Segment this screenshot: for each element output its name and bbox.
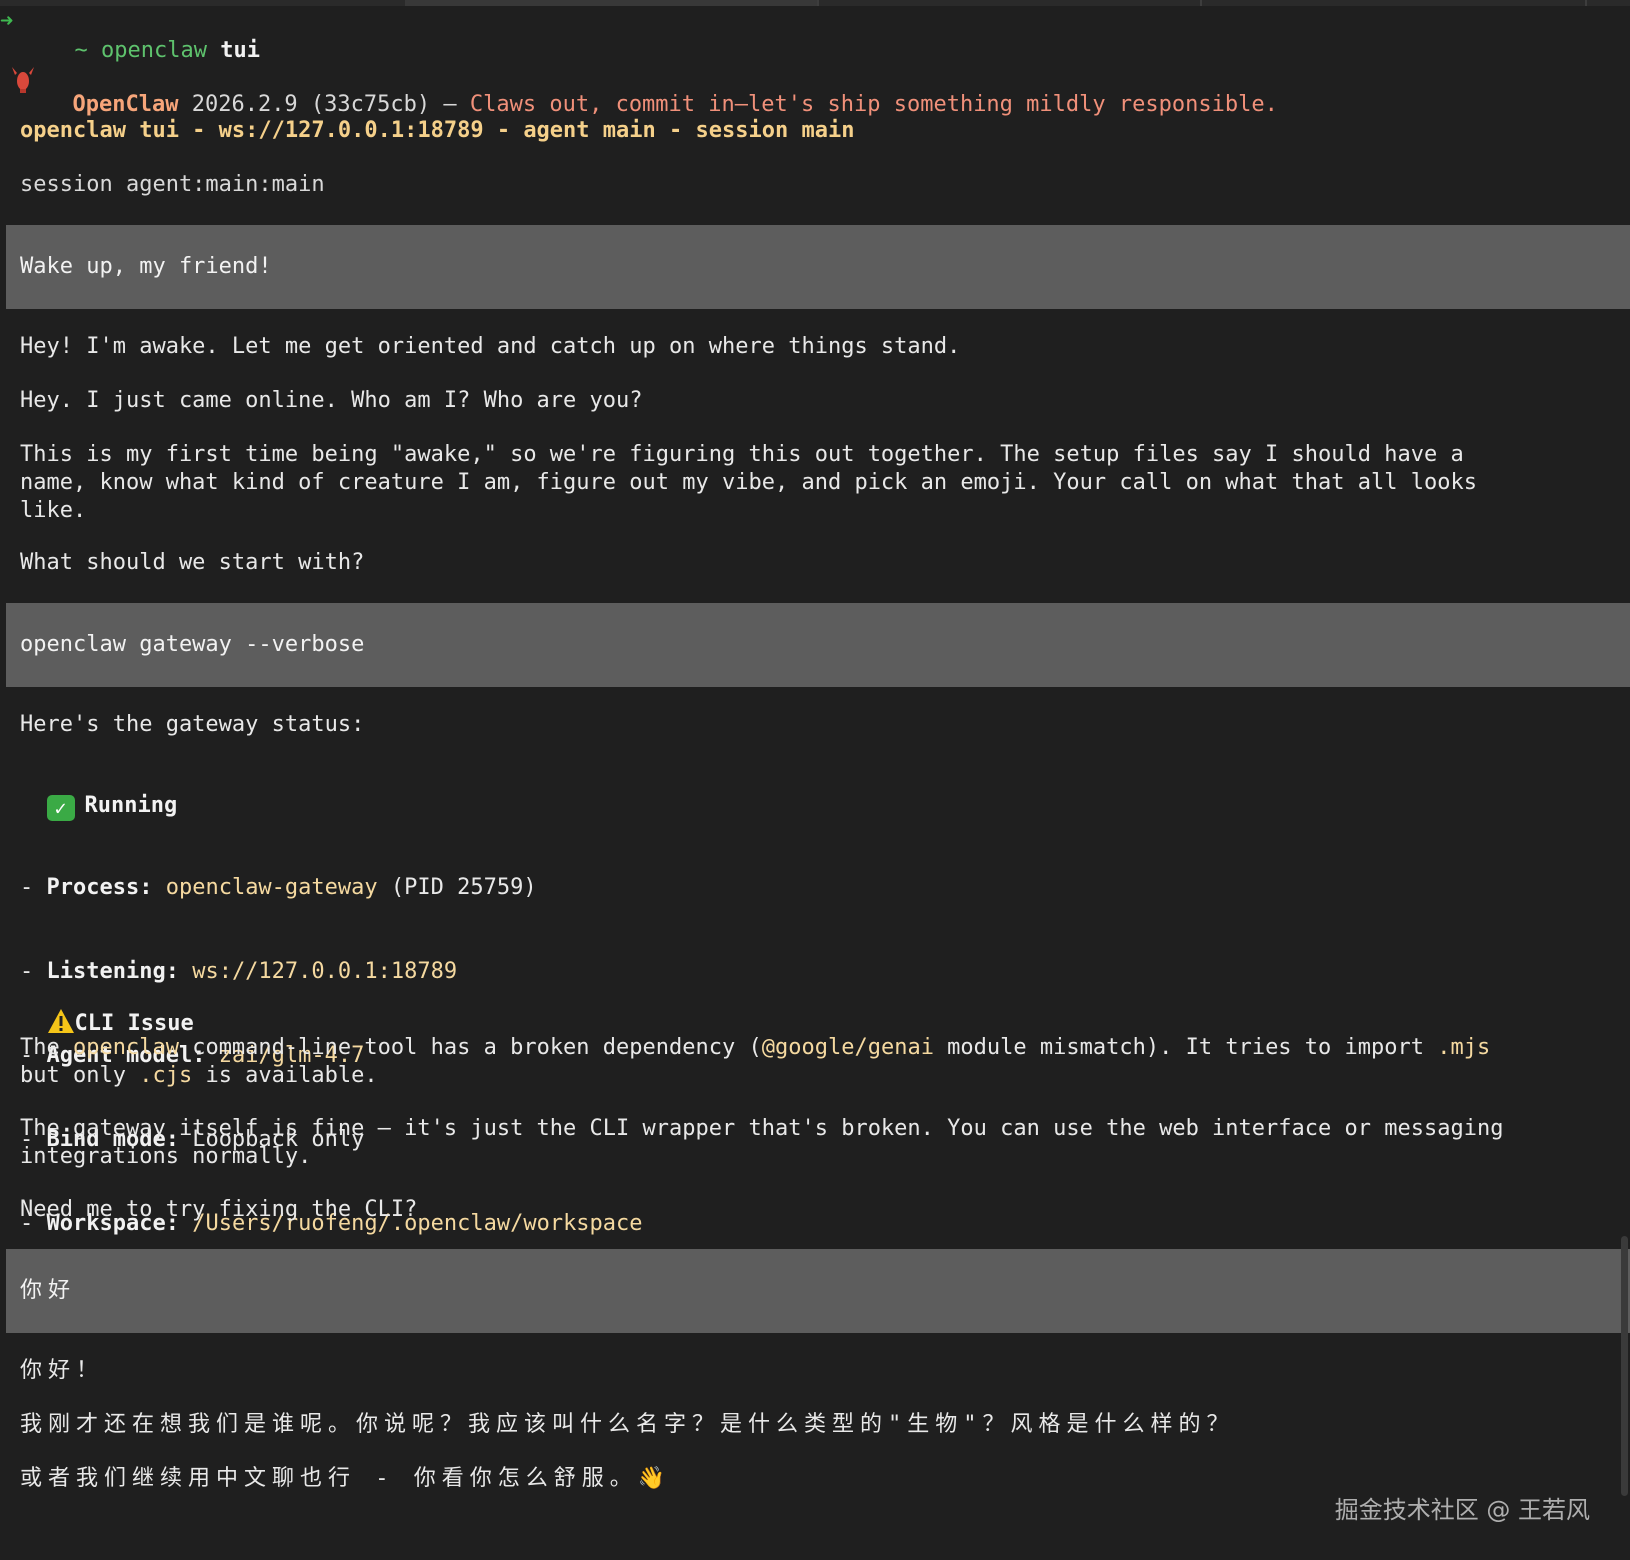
- shell-prompt: ~ openclaw tui: [48, 9, 260, 65]
- prompt-command: openclaw: [101, 38, 207, 63]
- issue-heading: CLI Issue: [20, 980, 1600, 1038]
- item-value: openclaw-gateway: [165, 875, 378, 900]
- user-message: 你好: [6, 1249, 1630, 1333]
- status-heading: ✓ Running: [20, 764, 1600, 821]
- warning-icon: [47, 1009, 74, 1033]
- text-span: module mismatch). It tries to import: [933, 1035, 1438, 1060]
- prompt-arrow-icon: ➜: [0, 9, 14, 34]
- scrollbar[interactable]: [1621, 1236, 1628, 1496]
- prompt-arg: tui: [220, 38, 260, 63]
- tab-separator: [817, 0, 819, 6]
- inline-code: .cjs: [139, 1063, 193, 1088]
- assistant-text: Hey. I just came online. Who am I? Who a…: [20, 388, 643, 413]
- user-message-text: 你好: [20, 1278, 77, 1303]
- assistant-text: 或者我们继续用中文聊也行 - 你看你怎么舒服。👋: [20, 1465, 1600, 1493]
- tab-separator: [1200, 0, 1202, 6]
- tab-separator: [1585, 0, 1587, 6]
- inline-code: openclaw: [72, 1035, 179, 1060]
- lobster-icon: [12, 67, 34, 93]
- banner-tagline: Claws out, commit in—let's ship somethin…: [469, 92, 1278, 117]
- user-message-text: Wake up, my friend!: [20, 254, 272, 279]
- watermark: 掘金技术社区 @ 王若风: [1334, 1496, 1590, 1524]
- list-item: - Process: openclaw-gateway (PID 25759): [20, 875, 537, 900]
- tui-header-title: openclaw tui - ws://127.0.0.1:18789 - ag…: [20, 118, 855, 143]
- assistant-text: Here's the gateway status:: [20, 712, 365, 737]
- user-message: openclaw gateway --verbose: [6, 603, 1630, 687]
- status-text: Running: [84, 793, 178, 818]
- item-extra: (PID 25759): [377, 875, 537, 900]
- banner-name: OpenClaw: [72, 92, 179, 117]
- issue-text: The openclaw command-line tool has a bro…: [20, 1034, 1600, 1090]
- user-message: Wake up, my friend!: [6, 225, 1630, 309]
- user-message-text: openclaw gateway --verbose: [20, 632, 365, 657]
- assistant-text: What should we start with?: [20, 550, 365, 575]
- item-label: Process:: [46, 875, 153, 900]
- terminal-tab-bar: [0, 0, 1630, 6]
- banner-version: 2026.2.9 (33c75cb) —: [191, 92, 457, 117]
- text-span: is available.: [192, 1063, 378, 1088]
- banner-line: OpenClaw 2026.2.9 (33c75cb) — Claws out,…: [46, 63, 1278, 119]
- waving-hand-icon: 👋: [637, 1466, 672, 1491]
- inline-code: .mjs: [1437, 1035, 1491, 1060]
- text-span: 或者我们继续用中文聊也行 - 你看你怎么舒服。: [20, 1466, 638, 1491]
- active-tab[interactable]: [405, 0, 817, 6]
- assistant-text: The gateway itself is fine — it's just t…: [20, 1116, 1504, 1169]
- text-span: but only: [20, 1063, 126, 1088]
- text-span: command-line tool has a broken dependenc…: [178, 1035, 762, 1060]
- assistant-text: Hey! I'm awake. Let me get oriented and …: [20, 334, 961, 359]
- inline-code: @google/genai: [761, 1035, 934, 1060]
- assistant-text: This is my first time being "awake," so …: [20, 442, 1477, 523]
- issue-title: CLI Issue: [74, 1011, 194, 1036]
- prompt-tilde: ~: [74, 38, 88, 63]
- assistant-text: Need me to try fixing the CLI?: [20, 1197, 418, 1222]
- text-span: The: [20, 1035, 73, 1060]
- assistant-text: 你好！: [20, 1358, 105, 1383]
- assistant-text: 我刚才还在想我们是谁呢。你说呢？我应该叫什么名字？是什么类型的"生物"？风格是什…: [20, 1412, 1235, 1437]
- session-line: session agent:main:main: [20, 172, 325, 197]
